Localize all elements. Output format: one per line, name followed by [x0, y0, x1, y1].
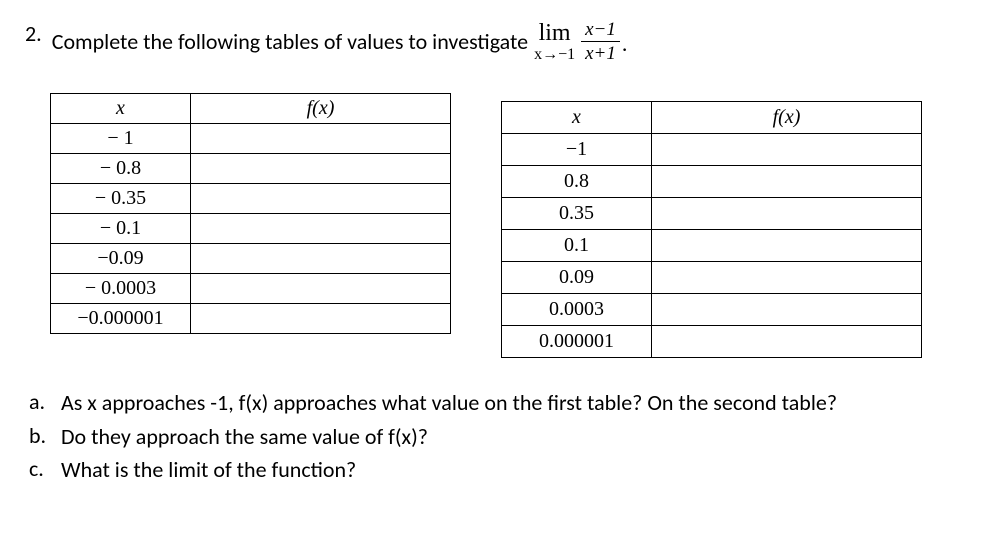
question-text-before: Complete the following tables of values …	[52, 28, 528, 55]
table-1: x f(x) − 1 − 0.8 − 0.35 − 0.1 −0.09 − 0.…	[50, 93, 451, 334]
question-text: Complete the following tables of values …	[52, 20, 628, 63]
table-2: x f(x) −1 0.8 0.35 0.1 0.09 0.0003 0.000…	[501, 101, 922, 358]
table1-cell-x: −0.000001	[51, 304, 191, 334]
table1-cell-fx[interactable]	[191, 124, 451, 154]
table-row: − 0.8	[51, 154, 451, 184]
table2-cell-x: 0.0003	[502, 294, 652, 326]
table1-cell-x: − 1	[51, 124, 191, 154]
table-row: x f(x)	[502, 102, 922, 134]
table2-cell-x: −1	[502, 134, 652, 166]
table2-cell-fx[interactable]	[652, 166, 922, 198]
fraction-numerator: x−1	[581, 20, 620, 42]
table1-cell-x: − 0.35	[51, 184, 191, 214]
table2-cell-x: 0.09	[502, 262, 652, 294]
table-row: −0.09	[51, 244, 451, 274]
table-row: 0.0003	[502, 294, 922, 326]
subq-text: As x approaches -1, f(x) approaches what…	[61, 388, 837, 418]
table-row: 0.000001	[502, 326, 922, 358]
table2-header-x: x	[502, 102, 652, 134]
table2-cell-fx[interactable]	[652, 294, 922, 326]
table1-cell-fx[interactable]	[191, 304, 451, 334]
table-row: −0.000001	[51, 304, 451, 334]
table-row: − 0.0003	[51, 274, 451, 304]
table-row: − 0.35	[51, 184, 451, 214]
table2-cell-fx[interactable]	[652, 198, 922, 230]
subq-text: Do they approach the same value of f(x)?	[61, 422, 428, 452]
subquestions: a. As x approaches -1, f(x) approaches w…	[29, 388, 966, 485]
table2-cell-x: 0.35	[502, 198, 652, 230]
fraction-denominator: x+1	[581, 42, 620, 63]
table1-header-x: x	[51, 94, 191, 124]
table1-cell-fx[interactable]	[191, 154, 451, 184]
table2-cell-fx[interactable]	[652, 262, 922, 294]
table2-cell-x: 0.000001	[502, 326, 652, 358]
table2-cell-x: 0.8	[502, 166, 652, 198]
table1-header-fx: f(x)	[191, 94, 451, 124]
table-row: x f(x)	[51, 94, 451, 124]
tables-container: x f(x) − 1 − 0.8 − 0.35 − 0.1 −0.09 − 0.…	[50, 93, 966, 358]
table1-cell-x: −0.09	[51, 244, 191, 274]
limit-fraction: x−1 x+1	[581, 20, 620, 63]
subq-letter: a.	[29, 388, 49, 415]
table-2-wrapper: x f(x) −1 0.8 0.35 0.1 0.09 0.0003 0.000…	[501, 101, 922, 358]
table1-cell-fx[interactable]	[191, 214, 451, 244]
subq-letter: c.	[29, 455, 49, 482]
question-number: 2.	[25, 20, 42, 47]
table-row: − 1	[51, 124, 451, 154]
table-row: 0.1	[502, 230, 922, 262]
table2-cell-fx[interactable]	[652, 134, 922, 166]
table1-cell-fx[interactable]	[191, 274, 451, 304]
table-row: 0.09	[502, 262, 922, 294]
table2-cell-fx[interactable]	[652, 230, 922, 262]
table1-cell-fx[interactable]	[191, 184, 451, 214]
table-row: 0.35	[502, 198, 922, 230]
question-period: .	[622, 30, 628, 57]
subquestion-b: b. Do they approach the same value of f(…	[29, 422, 966, 452]
table-row: −1	[502, 134, 922, 166]
subq-letter: b.	[29, 422, 49, 449]
limit-operator: lim x→−1	[534, 21, 575, 63]
subquestion-a: a. As x approaches -1, f(x) approaches w…	[29, 388, 966, 418]
table2-cell-x: 0.1	[502, 230, 652, 262]
lim-approach: x→−1	[534, 47, 575, 63]
subq-text: What is the limit of the function?	[61, 455, 356, 485]
table2-header-fx: f(x)	[652, 102, 922, 134]
subquestion-c: c. What is the limit of the function?	[29, 455, 966, 485]
table2-cell-fx[interactable]	[652, 326, 922, 358]
table1-cell-fx[interactable]	[191, 244, 451, 274]
lim-label: lim	[539, 21, 571, 45]
table1-cell-x: − 0.1	[51, 214, 191, 244]
limit-expression: lim x→−1 x−1 x+1	[534, 20, 620, 63]
question-prompt: 2. Complete the following tables of valu…	[25, 20, 966, 63]
table-row: − 0.1	[51, 214, 451, 244]
table1-cell-x: − 0.8	[51, 154, 191, 184]
table-row: 0.8	[502, 166, 922, 198]
table1-cell-x: − 0.0003	[51, 274, 191, 304]
